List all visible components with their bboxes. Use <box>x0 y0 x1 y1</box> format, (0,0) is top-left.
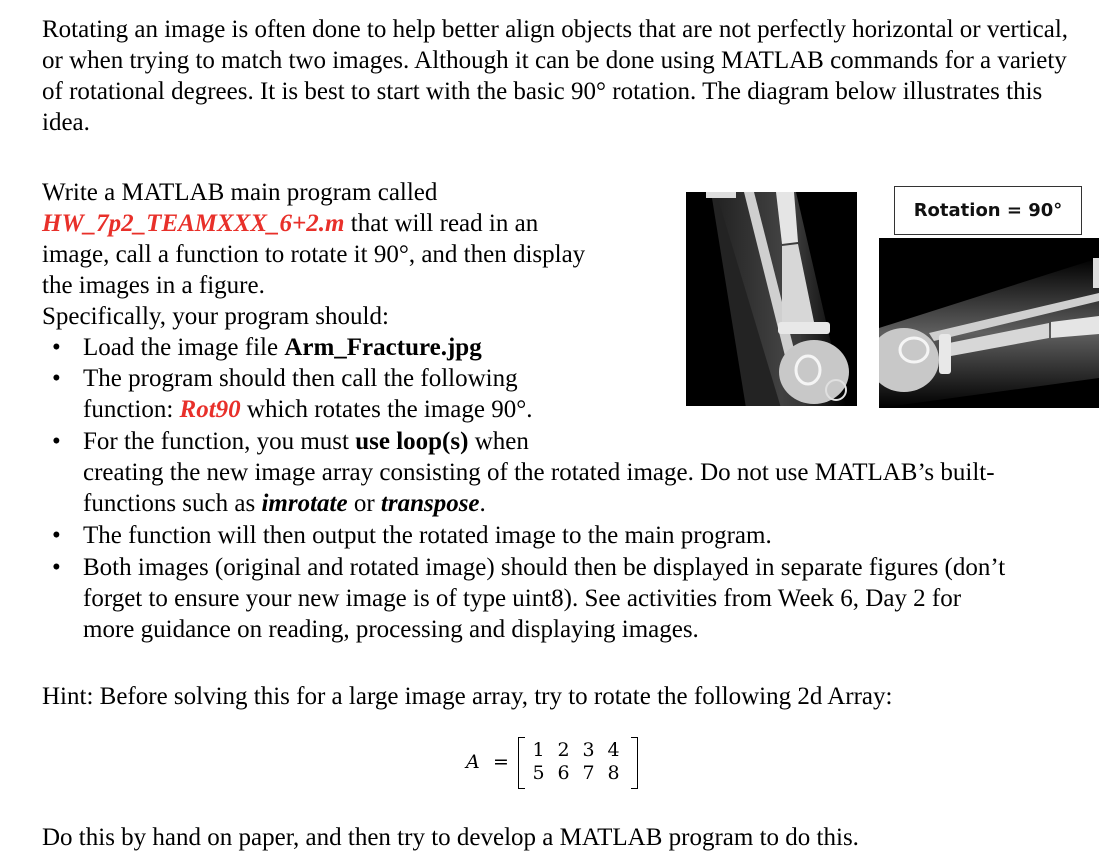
bullet-icon: • <box>52 365 61 392</box>
bullet-icon: • <box>52 522 61 549</box>
task-line-3: image, call a function to rotate it 90°,… <box>42 241 586 268</box>
task-line-4: the images in a figure. <box>42 272 265 299</box>
bullet-text: more guidance on reading, processing and… <box>83 616 699 643</box>
function-transpose: transpose <box>380 490 480 517</box>
bullet-text: forget to ensure your new image is of ty… <box>83 585 962 612</box>
function-imrotate: imrotate <box>261 490 348 517</box>
matrix-cell: 1 <box>532 739 545 761</box>
left-bracket <box>518 737 525 789</box>
bullet-text: Load the image file <box>83 334 285 361</box>
hint-text: Hint: Before solving this for a large im… <box>42 683 893 710</box>
bullet-text: which rotates the image 90°. <box>240 396 533 423</box>
bullet-text: or <box>347 490 381 517</box>
bullet-icon: • <box>52 334 61 361</box>
matrix-cell: 6 <box>557 762 570 784</box>
matrix-cell: 8 <box>607 762 620 784</box>
matrix-row: 1 2 3 4 <box>526 739 626 761</box>
equals-sign: = <box>493 751 509 773</box>
bullet-text: creating the new image array consisting … <box>83 459 995 486</box>
xray-rotated-image <box>879 238 1099 408</box>
task-line-2-text: that will read in an <box>344 210 539 237</box>
bullet-text: functions such as <box>83 490 262 517</box>
bullet-icon: • <box>52 428 61 455</box>
bullet-text: The function will then output the rotate… <box>83 522 772 549</box>
bullet-text: . <box>479 490 486 517</box>
bullet-text-line: functions such as imrotate or transpose. <box>83 488 995 519</box>
program-filename: HW_7p2_TEAMXXX_6+2.m <box>42 210 345 237</box>
bullet-text: The program should then call the followi… <box>83 365 518 392</box>
bullet-text-line: function: Rot90 which rotates the image … <box>83 394 533 425</box>
bullet-text-line: For the function, you must use loop(s) w… <box>83 426 995 457</box>
task-paragraph: Write a MATLAB main program called HW_7p… <box>42 177 642 332</box>
xray-original-graphic <box>686 192 857 408</box>
matrix-cell: 2 <box>557 739 570 761</box>
function-name: Rot90 <box>179 396 241 423</box>
bullet-text: For the function, you must <box>83 428 356 455</box>
task-line-2: HW_7p2_TEAMXXX_6+2.m that will read in a… <box>42 208 642 239</box>
xray-rotated-graphic <box>879 258 1099 408</box>
bullet-text: when <box>468 428 529 455</box>
rotation-label: Rotation = 90° <box>894 186 1082 235</box>
task-line-1: Write a MATLAB main program called <box>42 179 438 206</box>
closing-text: Do this by hand on paper, and then try t… <box>42 824 859 851</box>
matrix-cell: 5 <box>532 762 545 784</box>
intro-paragraph: Rotating an image is often done to help … <box>42 16 1069 136</box>
matrix-name: A <box>466 751 480 773</box>
xray-original-image <box>686 192 857 408</box>
right-bracket <box>631 737 638 789</box>
bullet-text: Both images (original and rotated image)… <box>83 554 1006 581</box>
matrix-cell: 3 <box>582 739 595 761</box>
bullet-icon: • <box>52 554 61 581</box>
image-filename: Arm_Fracture.jpg <box>284 334 482 361</box>
bullet-text: function: <box>83 396 180 423</box>
matrix-cell: 4 <box>607 739 620 761</box>
emphasis-text: use loop(s) <box>355 428 469 455</box>
task-line-5: Specifically, your program should: <box>42 303 389 330</box>
matrix-cell: 7 <box>582 762 595 784</box>
matrix-row: 5 6 7 8 <box>526 762 626 784</box>
